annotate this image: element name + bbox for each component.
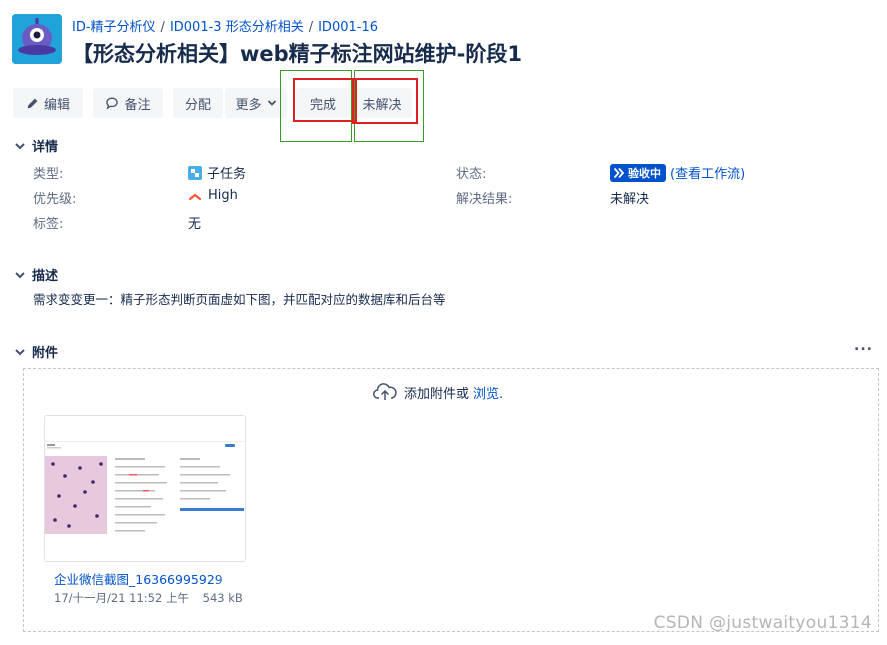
- type-label: 类型:: [33, 167, 64, 182]
- double-chevron-right-icon: [613, 167, 625, 178]
- breadcrumb-issue-key[interactable]: ID001-16: [318, 20, 378, 35]
- attachment-file-name[interactable]: 企业微信截图_16366995929: [54, 569, 244, 588]
- resolution-label: 解决结果:: [456, 192, 513, 207]
- add-attachment-row: 添加附件或 浏览.: [373, 382, 503, 402]
- assign-button[interactable]: 分配: [173, 88, 223, 118]
- labels-value: 无: [188, 217, 202, 232]
- browse-link[interactable]: 浏览.: [473, 383, 503, 402]
- chevron-down-icon: [15, 271, 25, 278]
- unresolved-button[interactable]: 未解决: [352, 88, 412, 118]
- attachments-more-options[interactable]: ...: [854, 338, 873, 354]
- chevron-down-icon: [15, 348, 25, 355]
- priority-label: 优先级:: [33, 192, 77, 207]
- attachment-date: 17/十一月/21 11:52 上午: [54, 591, 189, 605]
- description-section-toggle[interactable]: 描述: [14, 265, 58, 284]
- comment-icon: [105, 96, 119, 110]
- chevron-down-icon: [267, 98, 277, 108]
- cloud-upload-icon: [373, 382, 397, 402]
- breadcrumb-project[interactable]: ID-精子分析仪: [72, 20, 156, 35]
- type-value: 子任务: [188, 163, 246, 182]
- description-heading: 描述: [32, 269, 59, 284]
- attachments-heading: 附件: [32, 346, 59, 361]
- resolution-value: 未解决: [610, 192, 650, 207]
- view-workflow-link[interactable]: (查看工作流): [670, 163, 745, 182]
- breadcrumb-parent-issue[interactable]: ID001-3 形态分析相关: [170, 20, 304, 35]
- status-value: 验收中 (查看工作流): [610, 163, 745, 182]
- priority-high-icon: [188, 191, 202, 201]
- edit-button[interactable]: 编辑: [13, 88, 83, 118]
- priority-value: High: [188, 188, 238, 203]
- attachments-section-toggle[interactable]: 附件: [14, 342, 58, 361]
- attachment-thumbnail[interactable]: [44, 415, 246, 562]
- attachment-size: 543 kB: [202, 591, 243, 605]
- page-title: 【形态分析相关】web精子标注网站维护-阶段1: [72, 42, 523, 66]
- labels-label: 标签:: [33, 217, 64, 232]
- more-button[interactable]: 更多: [225, 88, 287, 118]
- pencil-icon: [26, 97, 39, 110]
- comment-button[interactable]: 备注: [93, 88, 163, 118]
- project-avatar[interactable]: [12, 14, 62, 64]
- details-heading: 详情: [32, 140, 59, 155]
- attachment-file-meta: 17/十一月/21 11:52 上午 543 kB: [54, 590, 243, 606]
- status-label: 状态:: [456, 167, 487, 182]
- breadcrumb: ID-精子分析仪 / ID001-3 形态分析相关 / ID001-16: [72, 20, 378, 35]
- description-text: 需求变变更一：精子形态判断页面虚如下图，并匹配对应的数据库和后台等: [33, 292, 446, 307]
- subtask-icon: [188, 165, 202, 180]
- watermark: CSDN @justwaityou1314: [653, 613, 872, 633]
- status-badge[interactable]: 验收中: [610, 163, 666, 182]
- done-button[interactable]: 完成: [296, 88, 350, 118]
- chevron-down-icon: [15, 142, 25, 149]
- details-section-toggle[interactable]: 详情: [14, 136, 58, 155]
- screenshot-thumbnail-image: [45, 416, 245, 561]
- robot-icon: [12, 14, 62, 64]
